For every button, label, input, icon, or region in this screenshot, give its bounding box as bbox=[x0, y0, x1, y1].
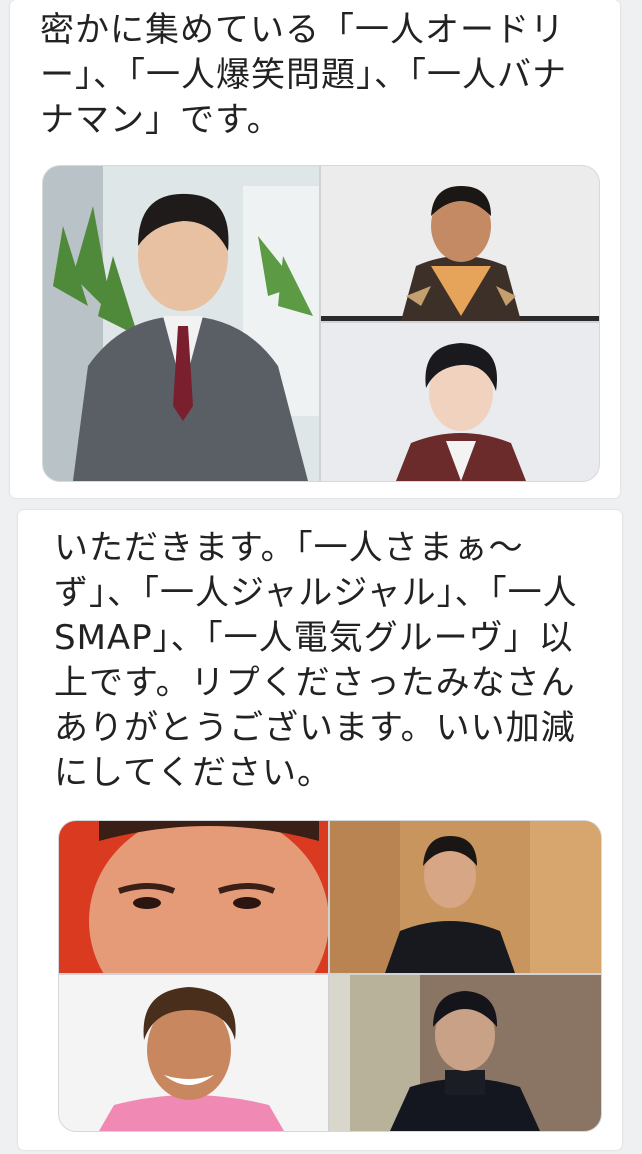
photo-man-wood-wall[interactable] bbox=[330, 821, 601, 973]
photo-smiling-man-pink[interactable] bbox=[59, 975, 328, 1131]
photo-man-in-sweater[interactable] bbox=[321, 166, 599, 321]
photo-young-man[interactable] bbox=[321, 323, 599, 481]
post-text-top: 密かに集めている「一人オードリー」、「一人爆笑問題」、「一人バナナマン」です。 bbox=[40, 10, 567, 140]
photo-closeup-face-red[interactable] bbox=[59, 821, 328, 973]
image-grid-bottom[interactable] bbox=[58, 820, 602, 1132]
post-card-bottom: いただきます。「一人さまぁ〜ず」、「一人ジャルジャル」、「一人SMAP」、「一人… bbox=[18, 510, 622, 1150]
image-grid-top[interactable] bbox=[42, 165, 600, 482]
post-text-bottom: いただきます。「一人さまぁ〜ず」、「一人ジャルジャル」、「一人SMAP」、「一人… bbox=[54, 528, 578, 793]
photo-man-in-suit[interactable] bbox=[43, 166, 319, 481]
post-card-top: 密かに集めている「一人オードリー」、「一人爆笑問題」、「一人バナナマン」です。 bbox=[10, 0, 620, 498]
photo-man-black-turtleneck[interactable] bbox=[330, 975, 601, 1131]
